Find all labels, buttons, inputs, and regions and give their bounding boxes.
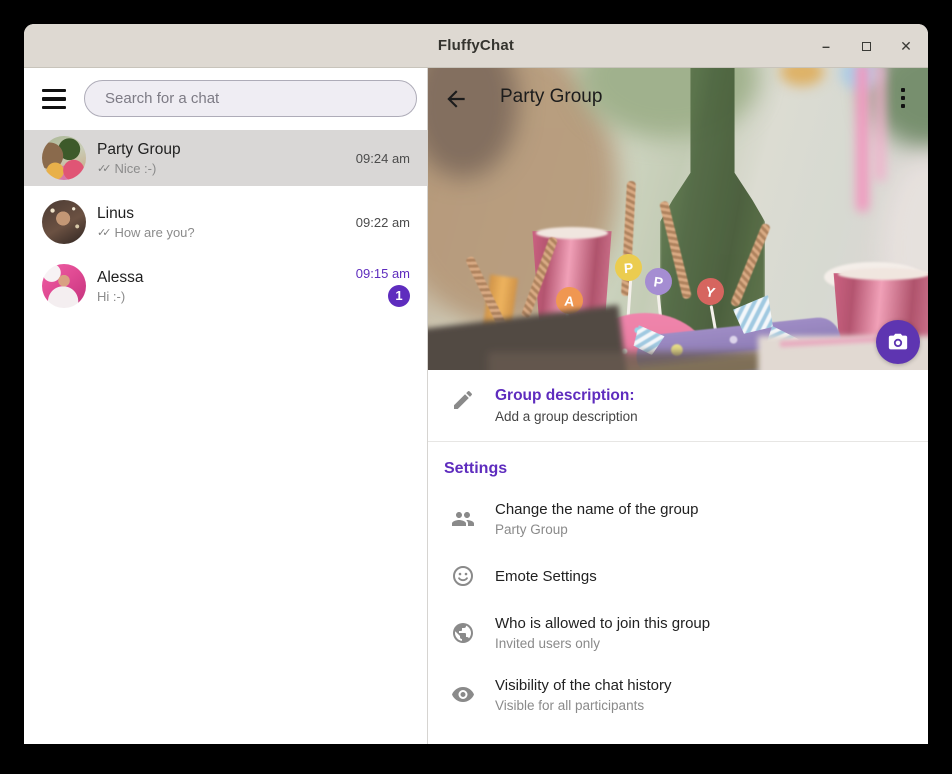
maximize-icon[interactable] <box>858 38 874 54</box>
chat-time: 09:24 am <box>356 151 410 166</box>
chat-row-linus[interactable]: Linus ✓✓ How are you? 09:22 am <box>24 194 427 250</box>
search-input[interactable] <box>84 80 417 117</box>
avatar <box>42 264 86 308</box>
setting-label: Change the name of the group <box>495 500 698 519</box>
window-titlebar: FluffyChat – ✕ <box>24 24 928 68</box>
minimize-icon[interactable]: – <box>818 38 834 54</box>
setting-join-rules[interactable]: Who is allowed to join this group Invite… <box>428 602 928 664</box>
camera-icon <box>887 331 909 353</box>
group-description-item[interactable]: Group description: Add a group descripti… <box>428 370 928 441</box>
setting-label: Emote Settings <box>495 567 597 586</box>
group-detail-panel: H A P P Y Party Group <box>428 68 928 744</box>
screen-background: FluffyChat – ✕ Part <box>0 0 952 774</box>
app-window: FluffyChat – ✕ Part <box>24 24 928 744</box>
unread-badge: 1 <box>388 285 410 307</box>
read-receipt-icon: ✓✓ <box>97 161 107 177</box>
chat-name: Alessa <box>97 268 356 287</box>
setting-label: Visibility of the chat history <box>495 676 671 695</box>
eye-icon <box>451 683 475 707</box>
read-receipt-icon: ✓✓ <box>97 225 107 241</box>
more-options-icon[interactable] <box>890 85 916 111</box>
chat-time: 09:22 am <box>356 215 410 230</box>
setting-history-visibility[interactable]: Visibility of the chat history Visible f… <box>428 664 928 726</box>
chat-row-party-group[interactable]: Party Group ✓✓ Nice :-) 09:24 am <box>24 130 427 186</box>
chat-preview: How are you? <box>114 225 194 241</box>
chat-preview: Hi :-) <box>97 289 125 305</box>
group-settings-content: Group description: Add a group descripti… <box>428 370 928 726</box>
chat-name: Party Group <box>97 140 356 159</box>
globe-icon <box>451 621 475 645</box>
group-header: Party Group <box>428 68 928 128</box>
setting-value: Invited users only <box>495 635 710 652</box>
chat-list-sidebar: Party Group ✓✓ Nice :-) 09:24 am Linus <box>24 68 427 744</box>
chat-name: Linus <box>97 204 356 223</box>
settings-heading: Settings <box>428 442 928 488</box>
close-icon[interactable]: ✕ <box>898 38 914 54</box>
setting-value: Visible for all participants <box>495 697 671 714</box>
edit-pencil-icon <box>451 388 475 412</box>
window-controls: – ✕ <box>818 24 914 68</box>
avatar <box>42 200 86 244</box>
chat-preview: Nice :-) <box>114 161 156 177</box>
setting-value: Party Group <box>495 521 698 538</box>
maximize-box-glyph <box>862 42 871 51</box>
emoji-icon <box>451 564 475 588</box>
change-photo-button[interactable] <box>876 320 920 364</box>
setting-emote-settings[interactable]: Emote Settings <box>428 550 928 602</box>
group-title: Party Group <box>500 86 602 108</box>
setting-change-group-name[interactable]: Change the name of the group Party Group <box>428 488 928 550</box>
chat-row-alessa[interactable]: Alessa Hi :-) 09:15 am 1 <box>24 258 427 314</box>
people-icon <box>451 507 475 531</box>
group-description-label: Group description: <box>495 386 638 405</box>
avatar <box>42 136 86 180</box>
menu-icon[interactable] <box>42 89 66 109</box>
chat-time: 09:15 am <box>356 266 410 281</box>
sidebar-toolbar <box>24 68 427 130</box>
back-arrow-icon[interactable] <box>443 86 469 112</box>
group-description-value: Add a group description <box>495 408 638 425</box>
window-title: FluffyChat <box>438 37 514 54</box>
setting-label: Who is allowed to join this group <box>495 614 710 633</box>
